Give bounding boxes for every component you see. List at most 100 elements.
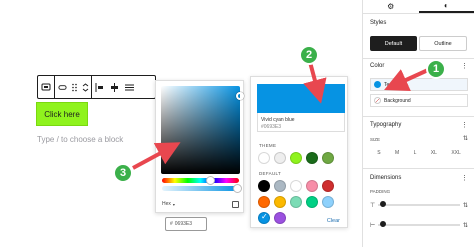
tab-styles[interactable]: ◐ [418, 0, 474, 13]
half-circle-icon: ◐ [443, 1, 449, 10]
color-swatch[interactable] [322, 180, 334, 192]
block-toolbar [37, 75, 156, 99]
step-badge-1: 1 [426, 59, 446, 79]
justify-center-icon[interactable] [107, 76, 122, 98]
size-option-xl[interactable]: XL [431, 150, 437, 158]
color-swatch[interactable] [290, 196, 302, 208]
saturation-handle[interactable] [236, 92, 244, 100]
theme-swatches [258, 152, 334, 164]
chevron-down-icon: ▾ [172, 201, 175, 207]
color-swatch[interactable] [258, 212, 270, 224]
sidebar-tabs: ⚙ ◐ [363, 0, 474, 14]
style-outline-button[interactable]: Outline [419, 36, 467, 51]
padding-horizontal-slider[interactable] [378, 221, 460, 227]
justify-left-icon[interactable] [92, 76, 107, 98]
selected-color-hex: #0693E3 [261, 124, 282, 130]
alpha-slider[interactable] [162, 184, 242, 193]
clear-button[interactable]: Clear [327, 218, 340, 224]
settings-sidebar: ⚙ ◐ Styles Default Outline Color ⋮ Text … [362, 0, 474, 247]
size-option-m[interactable]: M [395, 150, 399, 158]
horizontal-padding-icon: ⊢ [370, 222, 376, 229]
color-swatch[interactable] [274, 180, 286, 192]
button-block[interactable]: Click here [36, 102, 88, 126]
size-option-l[interactable]: L [414, 150, 417, 158]
color-background-label: Background [384, 97, 411, 104]
size-label: SIZE [370, 137, 381, 142]
color-text-label: Text [384, 81, 394, 88]
hue-slider[interactable] [162, 176, 239, 185]
color-swatch[interactable] [306, 152, 318, 164]
block-appender-hint[interactable]: Type / to choose a block [37, 135, 123, 144]
typography-options-icon[interactable]: ⋮ [461, 121, 468, 129]
color-swatch[interactable] [290, 152, 302, 164]
tune-icon[interactable]: ⇅ [463, 202, 468, 209]
padding-label: PADDING [370, 189, 391, 194]
dimensions-heading: Dimensions [370, 175, 402, 181]
button-block-icon[interactable] [38, 76, 54, 98]
color-swatch[interactable] [322, 152, 334, 164]
color-swatch[interactable] [290, 180, 302, 192]
vertical-padding-icon: ⊤ [370, 202, 376, 209]
size-option-s[interactable]: S [377, 150, 380, 158]
background-color-indicator [374, 97, 381, 104]
move-arrows-icon[interactable] [79, 76, 91, 98]
color-swatch[interactable] [274, 152, 286, 164]
hex-input[interactable]: # 0693E3 [165, 217, 207, 231]
color-swatch[interactable] [258, 196, 270, 208]
default-swatches-row [258, 196, 334, 208]
selected-color-name: Vivid cyan blue [261, 117, 295, 123]
padding-horizontal-row: ⊢ ⇅ [370, 221, 468, 229]
font-size-picker: S M L XL XXL [370, 150, 468, 158]
color-background-item[interactable]: Background [370, 94, 468, 107]
section-divider [363, 58, 474, 59]
saturation-brightness-area[interactable] [161, 86, 244, 174]
drag-handle-icon[interactable] [69, 76, 79, 98]
link-icon[interactable] [55, 76, 69, 98]
editor-screen: Click here Type / to choose a block Hex … [0, 0, 474, 247]
hex-input-value: 0693E3 [174, 221, 193, 227]
padding-vertical-row: ⊤ ⇅ [370, 201, 468, 209]
hash-icon: # [170, 221, 173, 227]
color-swatch[interactable] [258, 152, 270, 164]
hue-handle[interactable] [206, 176, 215, 185]
color-text-item[interactable]: Text [370, 78, 468, 91]
section-divider [363, 168, 474, 169]
dimensions-options-icon[interactable]: ⋮ [461, 174, 468, 182]
alpha-handle[interactable] [233, 184, 242, 193]
color-swatch[interactable] [258, 180, 270, 192]
color-format-label: Hex [162, 201, 171, 207]
custom-size-icon[interactable]: ⇅ [463, 135, 468, 142]
copy-icon[interactable] [232, 200, 239, 208]
theme-section-label: THEME [259, 143, 277, 148]
default-swatches-row [258, 212, 286, 224]
step-badge-3: 3 [113, 163, 133, 183]
styles-heading: Styles [370, 20, 387, 26]
custom-color-picker: Hex ▾ [155, 80, 244, 213]
color-format-row: Hex ▾ [162, 199, 239, 209]
selected-color-preview[interactable] [257, 84, 345, 113]
color-swatch[interactable] [274, 212, 286, 224]
tab-settings[interactable]: ⚙ [363, 0, 419, 13]
step-badge-2: 2 [299, 45, 319, 65]
section-divider [363, 116, 474, 117]
tune-icon[interactable]: ⇅ [463, 222, 468, 229]
padding-vertical-slider[interactable] [378, 201, 460, 207]
align-text-icon[interactable] [122, 76, 137, 98]
default-section-label: DEFAULT [259, 171, 282, 176]
color-swatch[interactable] [306, 180, 318, 192]
default-swatches-row [258, 180, 334, 192]
color-swatch[interactable] [322, 196, 334, 208]
color-heading: Color [370, 63, 385, 69]
typography-heading: Typography [370, 122, 402, 128]
color-format-select[interactable]: Hex ▾ [162, 201, 175, 207]
style-default-button[interactable]: Default [370, 36, 417, 51]
gear-icon: ⚙ [387, 2, 395, 11]
slider-thumb[interactable] [380, 221, 387, 227]
color-palette-popover: Vivid cyan blue #0693E3 THEME DEFAULT Cl… [250, 76, 348, 228]
color-swatch[interactable] [306, 196, 318, 208]
slider-thumb[interactable] [380, 201, 387, 207]
size-option-xxl[interactable]: XXL [451, 150, 460, 158]
text-color-indicator [374, 81, 381, 88]
color-options-icon[interactable]: ⋮ [461, 62, 468, 70]
color-swatch[interactable] [274, 196, 286, 208]
